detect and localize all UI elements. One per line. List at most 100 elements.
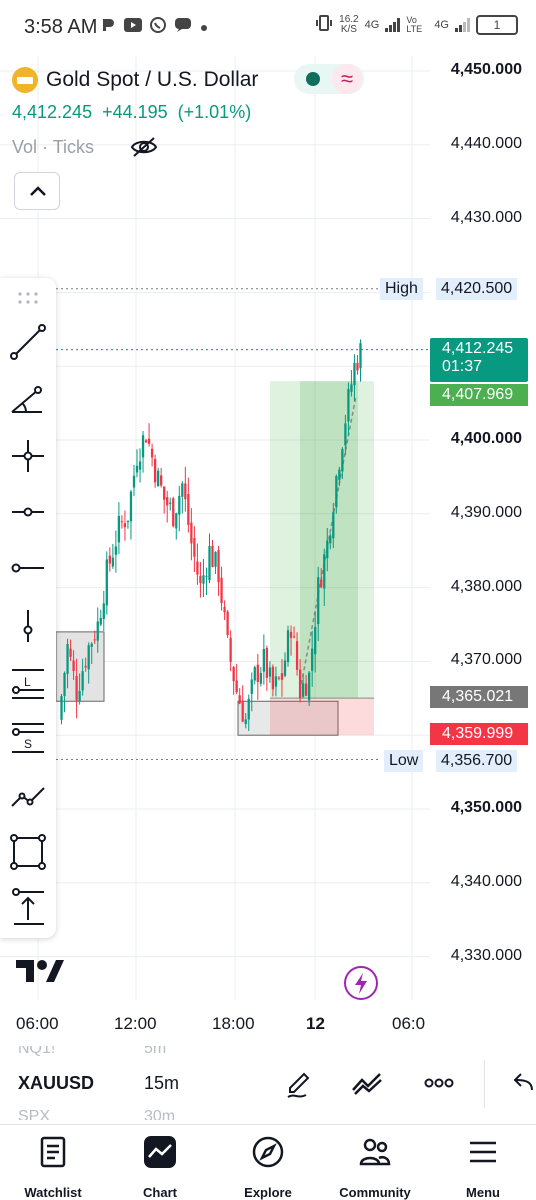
vertical-line-tool-icon[interactable]	[8, 606, 48, 646]
nav-watchlist[interactable]: Watchlist	[3, 1131, 103, 1200]
bottom-nav: Watchlist Chart Explore Community Menu	[0, 1124, 536, 1200]
trend-line-tool-icon[interactable]	[8, 322, 48, 362]
candle-body	[265, 648, 269, 678]
undo-separator	[484, 1060, 485, 1108]
nav-chart[interactable]: Chart	[110, 1131, 210, 1200]
system-icons: 16.2 K/S 4G Vo LTE 4G 1	[315, 14, 518, 35]
candle-body	[184, 483, 187, 500]
price-summary: 4,412.245 +44.195 (+1.01%)	[12, 102, 251, 123]
path-tool-icon[interactable]	[8, 776, 48, 816]
candle-body	[202, 575, 205, 584]
candle-body	[132, 475, 136, 488]
battery-icon: 1	[476, 14, 518, 35]
hidden-eye-icon[interactable]	[130, 136, 158, 158]
interval-selector[interactable]: 15m	[144, 1073, 179, 1094]
candle-body	[289, 631, 293, 638]
short-position-tool-icon[interactable]: S	[8, 718, 48, 758]
long-position-tool-icon[interactable]: L	[8, 662, 48, 702]
indicators-icon[interactable]	[350, 1066, 384, 1100]
candle-body	[123, 523, 127, 528]
candle-body	[108, 555, 111, 564]
candle-body	[274, 676, 278, 687]
bar-countdown: 01:37	[442, 358, 483, 375]
candle-body	[277, 677, 281, 679]
candle-body	[63, 672, 66, 697]
nav-explore[interactable]: Explore	[218, 1131, 318, 1200]
svg-text:S: S	[24, 737, 32, 751]
candle-body	[75, 676, 78, 701]
notification-icons	[100, 17, 208, 38]
candle-body	[317, 577, 320, 625]
drawing-pen-icon[interactable]	[282, 1066, 316, 1100]
net-speed-value: 16.2	[339, 13, 359, 25]
symbol-name[interactable]: XAUUSD	[18, 1073, 94, 1094]
youtube-icon	[124, 18, 142, 37]
candle-body	[235, 680, 238, 693]
candle-body	[178, 495, 181, 515]
rectangle-tool-icon[interactable]	[8, 832, 48, 872]
candle-body	[353, 362, 356, 386]
hamburger-menu-icon	[466, 1135, 500, 1169]
candle-body	[320, 579, 323, 588]
candle-body	[190, 522, 193, 544]
cross-line-tool-icon[interactable]	[8, 436, 48, 476]
collapse-legend-button[interactable]	[14, 172, 60, 210]
chat-icon	[174, 17, 192, 38]
candle-body	[172, 498, 175, 527]
horizontal-line-tool-icon[interactable]	[8, 548, 48, 588]
symbol-title[interactable]: Gold Spot / U.S. Dollar	[46, 68, 258, 92]
horizontal-ray-tool-icon[interactable]	[8, 492, 48, 532]
nav-watchlist-label: Watchlist	[24, 1185, 82, 1200]
flash-icon[interactable]	[344, 966, 378, 1000]
time-axis-label: 18:00	[212, 1014, 255, 1033]
sim1-label: 4G	[364, 18, 380, 31]
candle-body	[262, 648, 265, 672]
status-bar: 3:58 AM 16.2 K/S 4G Vo LTE 4G 1	[0, 0, 536, 56]
candle-body	[256, 664, 259, 683]
candle-body	[84, 665, 87, 668]
nav-community[interactable]: Community	[325, 1131, 425, 1200]
price-axis-label: 4,380.000	[450, 577, 522, 595]
nav-chart-label: Chart	[143, 1185, 177, 1200]
volume-indicator-legend[interactable]: Vol · Ticks	[12, 136, 158, 158]
candle-body	[96, 621, 99, 641]
sim2-label: Vo LTE	[406, 14, 423, 34]
candle-body	[160, 475, 163, 486]
candle-body	[292, 636, 296, 638]
candle-body	[135, 465, 139, 473]
candle-body	[60, 696, 63, 720]
net-speed: 16.2 K/S	[339, 13, 359, 35]
nav-community-label: Community	[339, 1185, 411, 1200]
price-axis-label: 4,390.000	[450, 503, 522, 521]
price-chart[interactable]	[0, 56, 536, 1056]
candle-body	[78, 691, 81, 702]
toolbar-drag-handle-icon[interactable]	[8, 282, 48, 312]
last-price: 4,412.245	[12, 102, 93, 122]
candle-body	[338, 469, 341, 481]
candle-body	[341, 448, 344, 472]
delayed-data-icon[interactable]: ≈	[332, 64, 362, 94]
price-axis-label: 4,440.000	[450, 134, 522, 152]
candle-body	[147, 438, 151, 444]
candle-body	[90, 643, 93, 647]
candle-body	[72, 660, 75, 672]
whatsapp-icon	[150, 17, 166, 38]
trend-angle-tool-icon[interactable]	[8, 378, 48, 418]
candle-body	[129, 491, 133, 522]
more-options-icon[interactable]	[422, 1066, 456, 1100]
candle-body	[244, 719, 247, 725]
market-status-pill[interactable]: ≈	[294, 64, 364, 94]
price-range-tool-icon[interactable]	[8, 888, 48, 928]
candle-body	[314, 626, 317, 655]
candle-body	[359, 343, 362, 369]
undo-icon[interactable]	[506, 1066, 534, 1100]
candle-body	[241, 701, 244, 722]
candle-body	[286, 630, 290, 663]
chart-area[interactable]	[0, 56, 536, 1056]
candle-body	[232, 667, 235, 682]
candle-body	[259, 672, 262, 684]
nav-menu[interactable]: Menu	[433, 1131, 533, 1200]
candle-body	[199, 575, 202, 584]
symbol-header[interactable]: Gold Spot / U.S. Dollar	[12, 64, 258, 96]
price-change: +44.195	[102, 102, 168, 122]
